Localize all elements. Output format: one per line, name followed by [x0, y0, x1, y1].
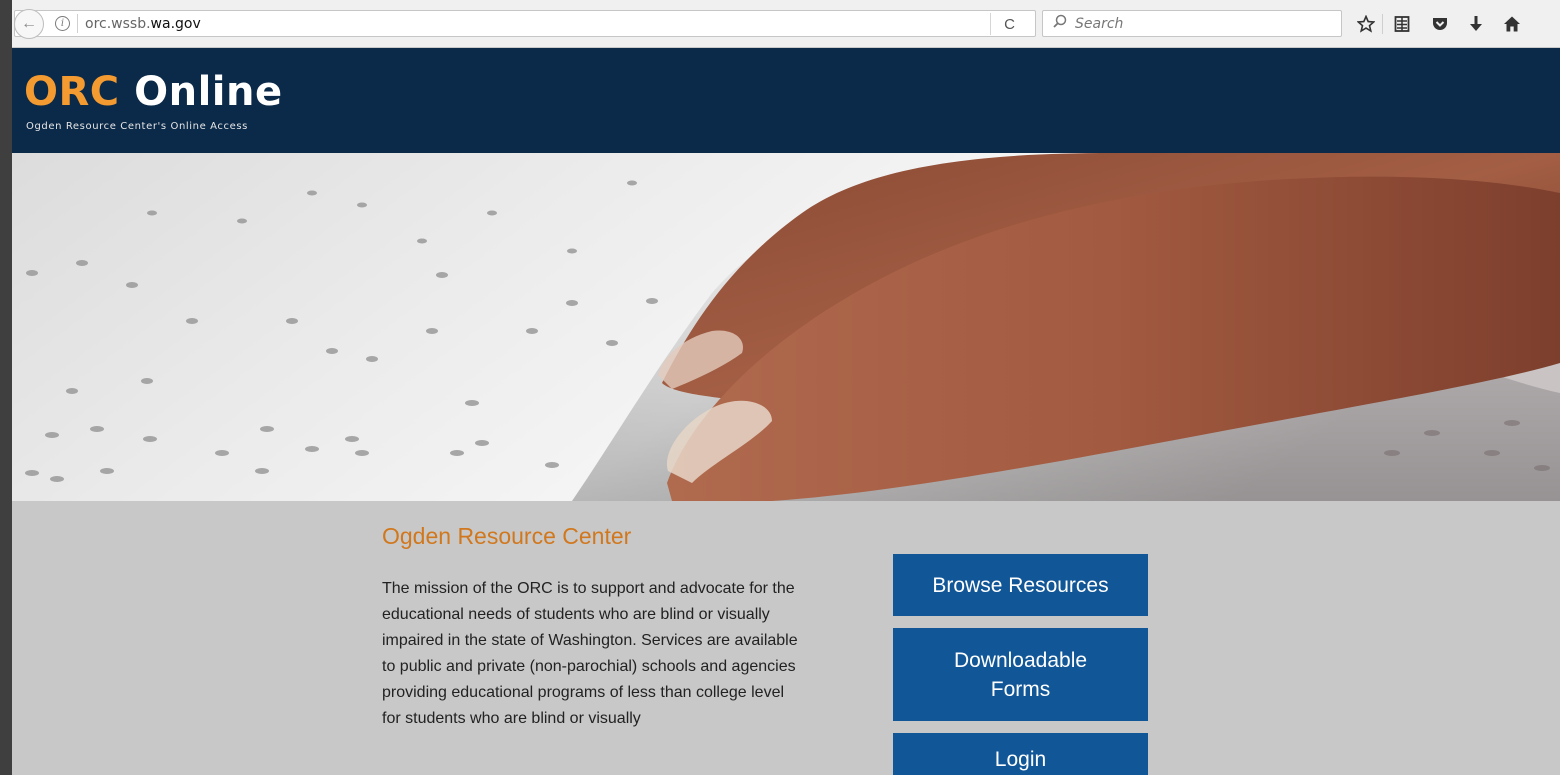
page-title: Ogden Resource Center — [382, 523, 632, 549]
address-bar[interactable]: ← i orc.wssb.wa.gov C — [14, 9, 1036, 39]
site-logo[interactable]: ORC Online — [24, 72, 283, 112]
downloadable-forms-button[interactable]: Downloadable Forms — [893, 628, 1148, 721]
mission-text: The mission of the ORC is to support and… — [382, 580, 798, 727]
site-tagline: Ogden Resource Center's Online Access — [26, 121, 248, 132]
back-button[interactable]: ← — [14, 9, 44, 39]
browse-resources-label: Browse Resources — [932, 573, 1109, 597]
star-icon[interactable] — [1354, 12, 1378, 36]
back-arrow-icon: ← — [21, 15, 37, 32]
search-placeholder: Search — [1075, 16, 1124, 32]
browser-toolbar: ← i orc.wssb.wa.gov C Search — [12, 0, 1560, 48]
search-icon — [1053, 14, 1067, 32]
toolbar-divider — [1382, 14, 1383, 34]
url-divider — [77, 14, 78, 33]
search-input[interactable]: Search — [1042, 10, 1342, 37]
home-icon[interactable] — [1500, 12, 1524, 36]
pocket-icon[interactable] — [1428, 12, 1452, 36]
site-info-icon[interactable]: i — [55, 16, 70, 31]
logo-orc: ORC — [24, 69, 120, 115]
site-header: ORC Online Ogden Resource Center's Onlin… — [12, 48, 1560, 153]
hero-braille-image — [12, 153, 1560, 501]
reload-button[interactable]: C — [990, 13, 1028, 35]
url-subdomain: orc.wssb. — [85, 16, 151, 32]
browse-resources-button[interactable]: Browse Resources — [893, 554, 1148, 616]
reload-icon: C — [1004, 15, 1015, 33]
downloadable-forms-label: Downloadable Forms — [953, 648, 1088, 701]
url-domain: wa.gov — [150, 16, 201, 32]
logo-online: Online — [134, 69, 283, 115]
login-label: Login — [994, 748, 1047, 771]
login-button[interactable]: Login — [893, 733, 1148, 775]
reading-list-icon[interactable] — [1390, 12, 1414, 36]
page: ORC Online Ogden Resource Center's Onlin… — [12, 48, 1560, 775]
download-icon[interactable] — [1464, 12, 1488, 36]
url-text[interactable]: orc.wssb.wa.gov — [85, 16, 201, 32]
window-frame — [0, 0, 12, 775]
